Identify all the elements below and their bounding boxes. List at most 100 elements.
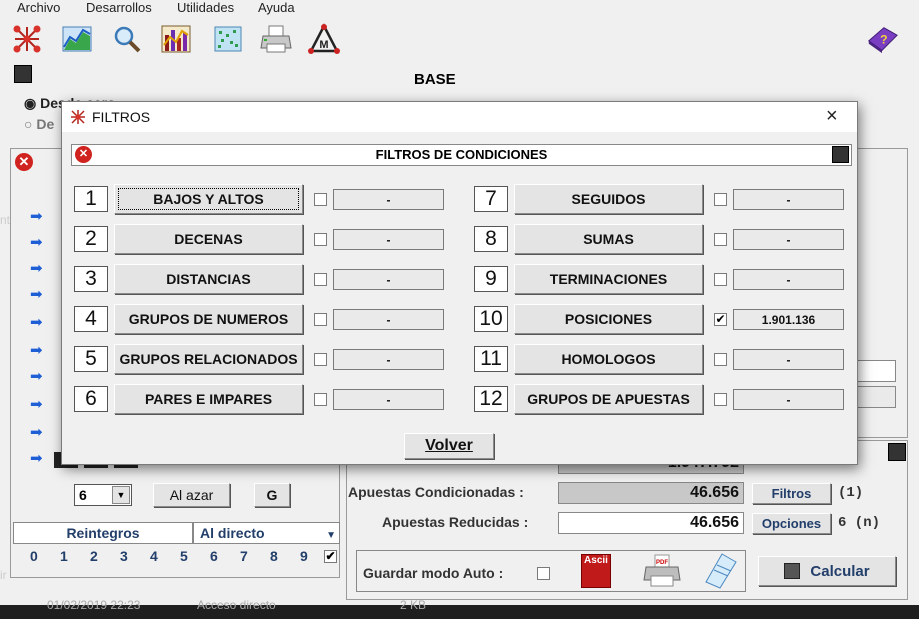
opciones-button[interactable]: Opciones <box>752 513 831 534</box>
filter-value: - <box>733 389 844 410</box>
filter-checkbox[interactable] <box>714 393 727 406</box>
volver-button[interactable]: Volver <box>404 433 494 459</box>
filtros-dialog: FILTROS × ✕ FILTROS DE CONDICIONES 1 BAJ… <box>61 101 858 465</box>
al-directo-select[interactable]: Al directo ▼ <box>193 522 340 544</box>
filter-number: 12 <box>474 386 508 412</box>
notepad-icon[interactable] <box>700 552 740 590</box>
filter-checkbox[interactable] <box>714 193 727 206</box>
filter-button[interactable]: SUMAS <box>514 224 703 254</box>
filter-checkbox[interactable] <box>314 353 327 366</box>
arrow-icon[interactable]: ➡ <box>30 369 46 384</box>
menu-desarrollos[interactable]: Desarrollos <box>86 0 152 15</box>
filter-value: - <box>733 349 844 370</box>
filter-checkbox[interactable]: ✔ <box>714 313 727 326</box>
digit[interactable]: 9 <box>300 548 308 564</box>
digit[interactable]: 0 <box>30 548 38 564</box>
filter-number: 6 <box>74 386 108 412</box>
filter-button[interactable]: POSICIONES <box>514 304 703 334</box>
print-mini-icon[interactable] <box>14 65 32 83</box>
close-button[interactable]: × <box>826 105 838 128</box>
filter-checkbox[interactable] <box>314 273 327 286</box>
reduc-label: Apuestas Reducidas : <box>382 514 529 530</box>
filter-button[interactable]: GRUPOS DE APUESTAS <box>514 384 703 414</box>
arrow-icon[interactable]: ➡ <box>30 235 46 250</box>
pdf-print-icon[interactable]: PDF <box>643 554 681 588</box>
chevron-down-icon[interactable]: ▼ <box>112 486 130 504</box>
menu-ayuda[interactable]: Ayuda <box>258 0 295 15</box>
digit[interactable]: 7 <box>240 548 248 564</box>
filter-button[interactable]: BAJOS Y ALTOS <box>114 184 303 214</box>
filter-button[interactable]: DECENAS <box>114 224 303 254</box>
help-book-icon[interactable]: ? <box>865 22 899 56</box>
close-icon[interactable]: ✕ <box>15 153 33 171</box>
toolbar: M ? <box>0 18 919 60</box>
digit[interactable]: 1 <box>60 548 68 564</box>
chart-icon[interactable] <box>60 22 94 56</box>
arrow-icon[interactable]: ➡ <box>30 451 46 466</box>
digit[interactable]: 3 <box>120 548 128 564</box>
triangle-logo-icon[interactable]: M <box>307 22 341 56</box>
arrow-icon[interactable]: ➡ <box>30 261 46 276</box>
filter-button[interactable]: HOMOLOGOS <box>514 344 703 374</box>
bar-chart-icon[interactable] <box>159 22 193 56</box>
digits-checkbox[interactable]: ✔ <box>324 550 337 563</box>
printer-icon[interactable] <box>259 22 293 56</box>
g-button[interactable]: G <box>254 483 290 507</box>
arrow-icon[interactable]: ➡ <box>30 209 46 224</box>
arrow-icon[interactable]: ➡ <box>30 397 46 412</box>
grid-icon[interactable] <box>211 22 245 56</box>
filter-checkbox[interactable] <box>314 313 327 326</box>
reduc-value: 46.656 <box>558 512 744 534</box>
filter-value: - <box>733 189 844 210</box>
filter-value: - <box>333 309 444 330</box>
magnifier-icon[interactable] <box>110 22 144 56</box>
arrow-icon[interactable]: ➡ <box>30 425 46 440</box>
dialog-titlebar: FILTROS × <box>62 102 857 132</box>
bg-file-size: 2 KB <box>400 598 427 612</box>
chevron-down-icon[interactable]: ▼ <box>326 526 336 546</box>
filter-number: 11 <box>474 346 508 372</box>
filtros-button[interactable]: Filtros <box>752 483 831 504</box>
filter-button[interactable]: GRUPOS RELACIONADOS <box>114 344 303 374</box>
reintegros-label: Reintegros <box>13 522 193 544</box>
opciones-count: 6 (n) <box>838 515 881 531</box>
filter-number: 10 <box>474 306 508 332</box>
arrow-icon[interactable]: ➡ <box>30 287 46 302</box>
filter-value: - <box>333 229 444 250</box>
filter-button[interactable]: TERMINACIONES <box>514 264 703 294</box>
filter-button[interactable]: PARES E IMPARES <box>114 384 303 414</box>
menu-utilidades[interactable]: Utilidades <box>177 0 234 15</box>
dialog-header: ✕ FILTROS DE CONDICIONES <box>71 144 852 166</box>
network-icon[interactable] <box>10 22 44 56</box>
digit[interactable]: 5 <box>180 548 188 564</box>
filter-checkbox[interactable] <box>714 273 727 286</box>
filter-checkbox[interactable] <box>714 233 727 246</box>
arrow-icon[interactable]: ➡ <box>30 343 46 358</box>
filter-checkbox[interactable] <box>314 193 327 206</box>
filter-button[interactable]: GRUPOS DE NUMEROS <box>114 304 303 334</box>
menu-bar: Archivo Desarrollos Utilidades Ayuda <box>0 0 919 18</box>
filter-checkbox[interactable] <box>314 233 327 246</box>
guardar-checkbox[interactable] <box>537 567 550 580</box>
calcular-button[interactable]: Calcular <box>758 556 896 586</box>
filter-value: - <box>333 269 444 290</box>
digit[interactable]: 6 <box>210 548 218 564</box>
filter-checkbox[interactable] <box>314 393 327 406</box>
filter-button[interactable]: SEGUIDOS <box>514 184 703 214</box>
filter-button[interactable]: DISTANCIAS <box>114 264 303 294</box>
digits-row: 0 1 2 3 4 5 6 7 8 9 ✔ <box>10 548 340 568</box>
menu-archivo[interactable]: Archivo <box>17 0 60 15</box>
arrow-icon[interactable]: ➡ <box>30 315 46 330</box>
radio-de[interactable]: ○ De <box>24 116 54 132</box>
digit[interactable]: 4 <box>150 548 158 564</box>
print-mini-icon[interactable] <box>888 443 906 461</box>
al-azar-button[interactable]: Al azar <box>153 483 230 507</box>
digit[interactable]: 8 <box>270 548 278 564</box>
count-select[interactable]: 6 ▼ <box>74 484 132 506</box>
filter-checkbox[interactable] <box>714 353 727 366</box>
digit[interactable]: 2 <box>90 548 98 564</box>
ascii-export-icon[interactable]: Ascii <box>581 554 611 588</box>
print-mini-icon[interactable] <box>832 146 849 163</box>
svg-text:M: M <box>319 39 328 51</box>
filter-value: - <box>333 389 444 410</box>
